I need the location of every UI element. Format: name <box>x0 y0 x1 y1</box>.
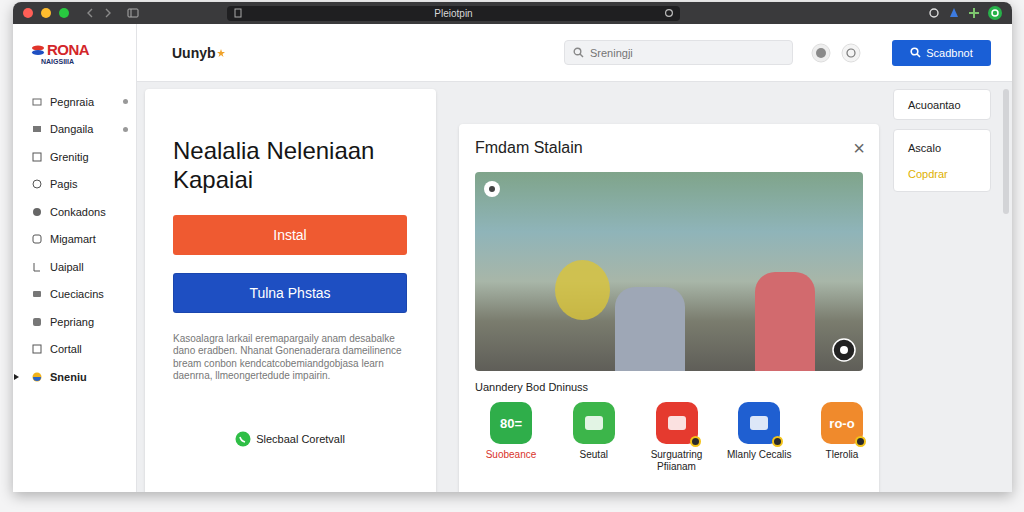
sidebar: PegnraiaDangailaGrenitigPagisConkadonsMi… <box>13 82 137 492</box>
search-button[interactable]: Scadbnot <box>892 40 991 66</box>
hero-description: Kasoalagra larkail eremapargaily anam de… <box>173 333 407 383</box>
sidebar-item[interactable]: Cueciacins <box>13 281 136 309</box>
sidebar-item[interactable]: Cortall <box>13 336 136 364</box>
secondary-button[interactable]: Tulna Phstas <box>173 273 407 313</box>
photo-action-icon[interactable] <box>832 338 856 362</box>
app-item[interactable]: ro-oTlerolia <box>803 402 881 473</box>
app-item[interactable]: Seutal <box>555 402 633 473</box>
close-button[interactable]: × <box>853 138 865 158</box>
logo-tagline: NAIGSIIIA <box>41 58 136 65</box>
selected-marker-icon <box>14 374 19 380</box>
sidebar-item[interactable]: Pagis <box>13 171 136 199</box>
nav-icon <box>32 179 42 189</box>
address-bar[interactable]: Pleiotpin <box>227 6 680 21</box>
window-title: Pleiotpin <box>434 8 472 19</box>
app-icon <box>656 402 698 444</box>
nav-icon <box>32 262 42 272</box>
forward-icon[interactable] <box>103 8 113 18</box>
app-badge <box>855 436 866 447</box>
search-icon <box>573 47 584 58</box>
close-light-icon[interactable] <box>23 8 33 18</box>
extension-icon[interactable] <box>928 7 940 19</box>
section-title: Uanndery Bod Dninuss <box>475 381 863 393</box>
nav-icon <box>32 207 42 217</box>
app-item[interactable]: Mlanly Cecalis <box>720 402 798 473</box>
minimize-light-icon[interactable] <box>41 8 51 18</box>
search-input[interactable] <box>590 47 784 59</box>
sidebar-item[interactable]: Sneniu <box>13 363 136 391</box>
hero-card: Nealalia Neleniaan Kapaiai Instal Tulna Ph… <box>145 89 436 492</box>
nav-icon <box>32 344 42 354</box>
logo-icon <box>31 44 45 56</box>
photo-app-icon <box>483 180 501 198</box>
search-field[interactable] <box>564 40 793 65</box>
scrollbar-thumb[interactable] <box>1003 89 1009 214</box>
nav-icon <box>32 372 42 382</box>
main-area: Nealalia Neleniaan Kapaiai Instal Tulna Ph… <box>137 82 1012 492</box>
panel-title: Fmdam Stalain <box>475 139 583 157</box>
info-card[interactable]: Acuoantao <box>893 89 991 120</box>
search-button-icon <box>910 47 921 58</box>
share-icon[interactable] <box>948 7 960 19</box>
notification-icon[interactable] <box>841 43 861 63</box>
sidebar-toggle-icon[interactable] <box>127 8 139 18</box>
logo-name: RONA <box>47 41 89 58</box>
nav-icon <box>32 124 42 134</box>
app: RONANAIGSIIIA Uunyb Scadbnot PegnraiaDang… <box>13 24 1012 492</box>
star-icon <box>217 49 225 57</box>
app-icon <box>573 402 615 444</box>
page-icon <box>233 8 243 18</box>
contact-link[interactable]: Slecbaal Coretvall <box>173 431 407 447</box>
nav-icon <box>32 97 42 107</box>
reload-icon[interactable] <box>664 8 674 18</box>
header: Uunyb Scadbnot <box>137 24 1012 82</box>
whatsapp-icon <box>235 431 251 447</box>
app-icon: 80= <box>490 402 532 444</box>
app-row: 80=SuobeanceSeutalSurguatring PfiianamMl… <box>472 402 881 473</box>
help-icon[interactable] <box>811 43 831 63</box>
sidebar-item[interactable]: Migamart <box>13 226 136 254</box>
back-icon[interactable] <box>85 8 95 18</box>
app-icon <box>738 402 780 444</box>
app-item[interactable]: Surguatring Pfiianam <box>638 402 716 473</box>
app-icon: ro-o <box>821 402 863 444</box>
nav-icon <box>32 234 42 244</box>
sidebar-item[interactable]: Conkadons <box>13 198 136 226</box>
maximize-light-icon[interactable] <box>59 8 69 18</box>
app-badge <box>690 436 701 447</box>
badge-dot <box>123 127 128 132</box>
browser-toolbar: Pleiotpin <box>13 2 1012 24</box>
app-badge <box>772 436 783 447</box>
sidebar-item[interactable]: Grenitig <box>13 143 136 171</box>
scrollbar[interactable] <box>1003 89 1009 479</box>
nav-icon <box>32 317 42 327</box>
right-column: Acuoantao AscaloCopdrar <box>893 89 991 192</box>
puzzle-icon[interactable] <box>968 7 980 19</box>
info-card[interactable]: AscaloCopdrar <box>893 129 991 192</box>
photo <box>475 172 863 371</box>
hero-title: Nealalia Neleniaan Kapaiai <box>173 137 408 195</box>
nav-icon <box>32 152 42 162</box>
browser-window: Pleiotpin RONANAIGSIIIA Uunyb Scadbnot Pe… <box>13 2 1012 492</box>
badge-dot <box>123 99 128 104</box>
panel-card: Fmdam Stalain × Uanndery Bod Dninuss 80=Suo… <box>459 124 879 492</box>
sidebar-item[interactable]: Pepriang <box>13 308 136 336</box>
install-button[interactable]: Instal <box>173 215 407 255</box>
nav-icon <box>32 289 42 299</box>
logo[interactable]: RONANAIGSIIIA <box>13 24 137 82</box>
sidebar-item[interactable]: Dangaila <box>13 116 136 144</box>
sidebar-item[interactable]: Uaipall <box>13 253 136 281</box>
profile-icon[interactable] <box>988 6 1002 20</box>
brand: Uunyb <box>172 45 216 61</box>
app-item[interactable]: 80=Suobeance <box>472 402 550 473</box>
sidebar-item[interactable]: Pegnraia <box>13 88 136 116</box>
